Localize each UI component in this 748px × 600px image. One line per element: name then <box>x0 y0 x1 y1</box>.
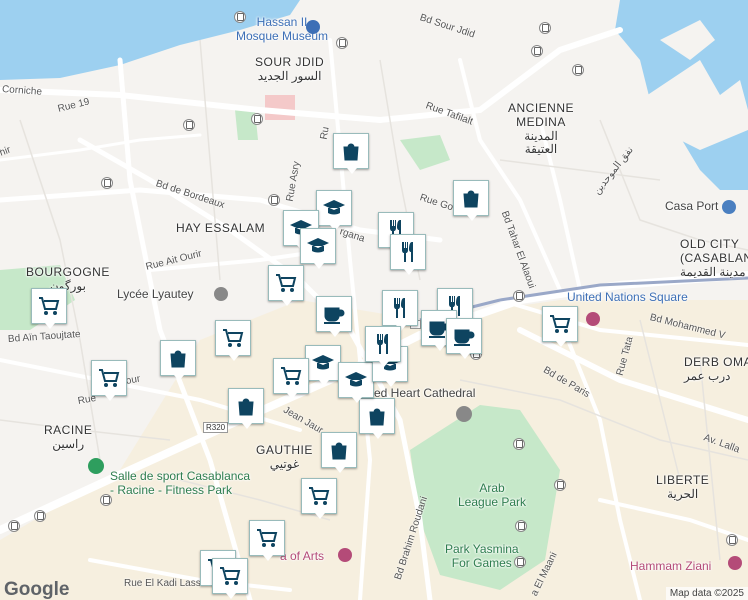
poi-casa-port[interactable]: Casa Port <box>665 199 718 214</box>
ferry-icon[interactable] <box>722 200 736 214</box>
map-attribution: Map data ©2025 <box>665 587 748 600</box>
school-icon[interactable] <box>214 287 228 301</box>
bus-stop-icon[interactable] <box>515 520 527 532</box>
restaurant-marker[interactable] <box>390 234 426 275</box>
school-marker[interactable] <box>300 228 336 269</box>
bus-stop-icon[interactable] <box>554 479 566 491</box>
museum-icon-arts[interactable] <box>338 548 352 562</box>
road-ru: Ru <box>318 125 332 141</box>
bus-stop-icon[interactable] <box>268 194 280 206</box>
area-sour-jdid: SOUR JDID السور الجديد <box>255 55 325 83</box>
route-shield-r320: R320 <box>203 422 229 433</box>
bus-stop-icon[interactable] <box>183 119 195 131</box>
school-marker[interactable] <box>316 190 352 231</box>
bus-stop-icon[interactable] <box>572 64 584 76</box>
bus-stop-icon[interactable] <box>34 510 46 522</box>
cart-marker[interactable] <box>31 288 67 329</box>
area-derb-omar: DERB OMA درب عمر <box>684 355 748 383</box>
shop-marker[interactable] <box>453 180 489 221</box>
cart-marker[interactable] <box>273 358 309 399</box>
cafe-marker[interactable] <box>316 296 352 337</box>
area-racine: RACINE راسين <box>44 423 93 451</box>
cart-marker[interactable] <box>212 558 248 599</box>
bus-stop-icon[interactable] <box>8 520 20 532</box>
bus-stop-icon[interactable] <box>251 113 263 125</box>
poi-villa-arts[interactable]: a of Arts <box>280 549 324 564</box>
bus-stop-icon[interactable] <box>234 11 246 23</box>
area-hay-essalam: HAY ESSALAM <box>176 221 266 235</box>
shop-marker[interactable] <box>160 340 196 381</box>
poi-park-yasmina[interactable]: Park Yasmina For Games <box>445 542 519 571</box>
google-logo: Google <box>4 579 69 600</box>
bus-stop-icon[interactable] <box>100 494 112 506</box>
poi-arab-league-park[interactable]: Arab League Park <box>458 481 526 510</box>
cart-marker[interactable] <box>542 306 578 347</box>
area-old-city: OLD CITY (CASABLANCمدينة القديمة <box>680 237 748 279</box>
bus-stop-icon[interactable] <box>513 438 525 450</box>
bus-stop-icon[interactable] <box>531 45 543 57</box>
area-gauthier: GAUTHIE غوتيي <box>256 443 313 471</box>
shop-marker[interactable] <box>359 398 395 439</box>
road-rue-kadi: Rue El Kadi Lass <box>124 578 201 589</box>
school-marker[interactable] <box>338 362 374 403</box>
cart-marker[interactable] <box>268 265 304 306</box>
spa-icon[interactable] <box>728 556 742 570</box>
cart-marker[interactable] <box>91 360 127 401</box>
museum-icon[interactable] <box>306 20 320 34</box>
area-ancienne-medina: ANCIENNE MEDINA المدينة العتيقة <box>508 101 575 157</box>
poi-lycee-lyautey[interactable]: Lycée Lyautey <box>117 287 194 302</box>
poi-hammam-ziani[interactable]: Hammam Ziani <box>630 559 711 574</box>
church-icon[interactable] <box>456 406 472 422</box>
school-marker[interactable] <box>305 345 341 386</box>
poi-salle-sport[interactable]: Salle de sport Casablanca - Racine - Fit… <box>110 469 250 498</box>
cart-marker[interactable] <box>301 478 337 519</box>
restaurant-marker[interactable] <box>365 326 401 367</box>
poi-united-nations-square[interactable]: United Nations Square <box>567 290 688 305</box>
bus-stop-icon[interactable] <box>336 37 348 49</box>
area-liberte: LIBERTE الحرية <box>656 473 710 501</box>
restaurant-marker[interactable] <box>382 290 418 331</box>
shop-marker[interactable] <box>228 388 264 429</box>
monument-icon[interactable] <box>586 312 600 326</box>
cart-marker[interactable] <box>215 320 251 361</box>
bus-stop-icon[interactable] <box>101 177 113 189</box>
bus-stop-icon[interactable] <box>726 534 738 546</box>
shop-marker[interactable] <box>321 432 357 473</box>
bus-stop-icon[interactable] <box>539 22 551 34</box>
bus-stop-icon[interactable] <box>514 556 526 568</box>
shop-marker[interactable] <box>333 133 369 174</box>
cart-marker[interactable] <box>249 520 285 561</box>
bus-stop-icon[interactable] <box>513 290 525 302</box>
gym-icon[interactable] <box>88 458 104 474</box>
cafe-marker[interactable] <box>446 318 482 359</box>
